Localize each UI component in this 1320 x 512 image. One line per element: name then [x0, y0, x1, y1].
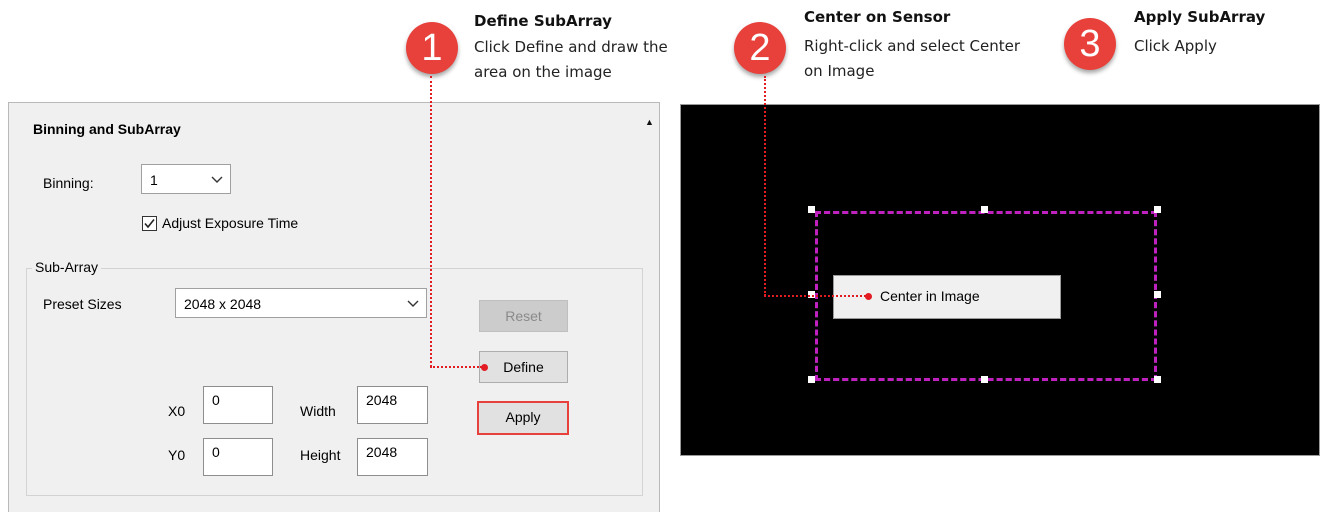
callout-line-2 — [764, 76, 766, 296]
callout-dot-2 — [865, 293, 872, 300]
selection-handle[interactable] — [981, 376, 988, 383]
context-menu-center-in-image[interactable]: Center in Image — [880, 288, 980, 304]
step-1-description: Click Define and draw the area on the im… — [474, 38, 668, 81]
binning-value: 1 — [150, 172, 158, 188]
step-2-description: Right-click and select Center on Image — [804, 37, 1021, 80]
binning-label: Binning: — [43, 175, 94, 191]
step-2-title: Center on Sensor — [804, 8, 951, 26]
step-1-title: Define SubArray — [474, 12, 612, 30]
width-label: Width — [300, 403, 336, 419]
selection-handle[interactable] — [808, 376, 815, 383]
step-3-badge: 3 — [1064, 18, 1116, 70]
y0-input[interactable]: 0 — [203, 438, 273, 476]
adjust-exposure-label: Adjust Exposure Time — [162, 215, 299, 231]
chevron-down-icon — [407, 300, 419, 307]
height-label: Height — [300, 447, 341, 463]
height-input[interactable]: 2048 — [357, 438, 428, 476]
width-input[interactable]: 2048 — [357, 386, 428, 424]
preset-sizes-select[interactable]: 2048 x 2048 — [175, 288, 427, 318]
step-3-title: Apply SubArray — [1134, 8, 1266, 26]
check-icon — [144, 219, 155, 229]
binning-subarray-panel: Binning and SubArray ▲ Binning: 1 Adjust… — [8, 102, 660, 512]
panel-title: Binning and SubArray — [33, 121, 181, 137]
step-1-badge: 1 — [406, 22, 458, 74]
x0-label: X0 — [168, 403, 186, 419]
callout-dot-1 — [481, 364, 488, 371]
apply-button[interactable]: Apply — [477, 401, 569, 435]
preset-sizes-value: 2048 x 2048 — [184, 296, 262, 312]
y0-label: Y0 — [168, 447, 186, 463]
selection-handle[interactable] — [1154, 206, 1161, 213]
step-2-badge: 2 — [734, 22, 786, 74]
selection-handle[interactable] — [1154, 291, 1161, 298]
height-value: 2048 — [366, 444, 398, 460]
step-3-description: Click Apply — [1134, 37, 1217, 55]
adjust-exposure-checkbox[interactable] — [142, 216, 157, 231]
selection-handle[interactable] — [981, 206, 988, 213]
callout-line-2 — [764, 295, 866, 297]
collapse-arrow-icon[interactable]: ▲ — [645, 117, 654, 127]
callout-line-1 — [430, 366, 482, 368]
selection-handle[interactable] — [808, 206, 815, 213]
y0-value: 0 — [212, 444, 220, 460]
subarray-group-label: Sub-Array — [32, 259, 102, 275]
width-value: 2048 — [366, 392, 398, 408]
preset-sizes-label: Preset Sizes — [43, 296, 122, 312]
x0-input[interactable]: 0 — [203, 386, 273, 424]
binning-select[interactable]: 1 — [141, 164, 231, 194]
reset-button[interactable]: Reset — [479, 300, 568, 332]
define-button[interactable]: Define — [479, 351, 568, 383]
callout-line-1 — [430, 76, 432, 367]
x0-value: 0 — [212, 392, 220, 408]
chevron-down-icon — [211, 176, 223, 183]
image-viewport[interactable]: Center in Image — [680, 104, 1320, 456]
selection-handle[interactable] — [1154, 376, 1161, 383]
